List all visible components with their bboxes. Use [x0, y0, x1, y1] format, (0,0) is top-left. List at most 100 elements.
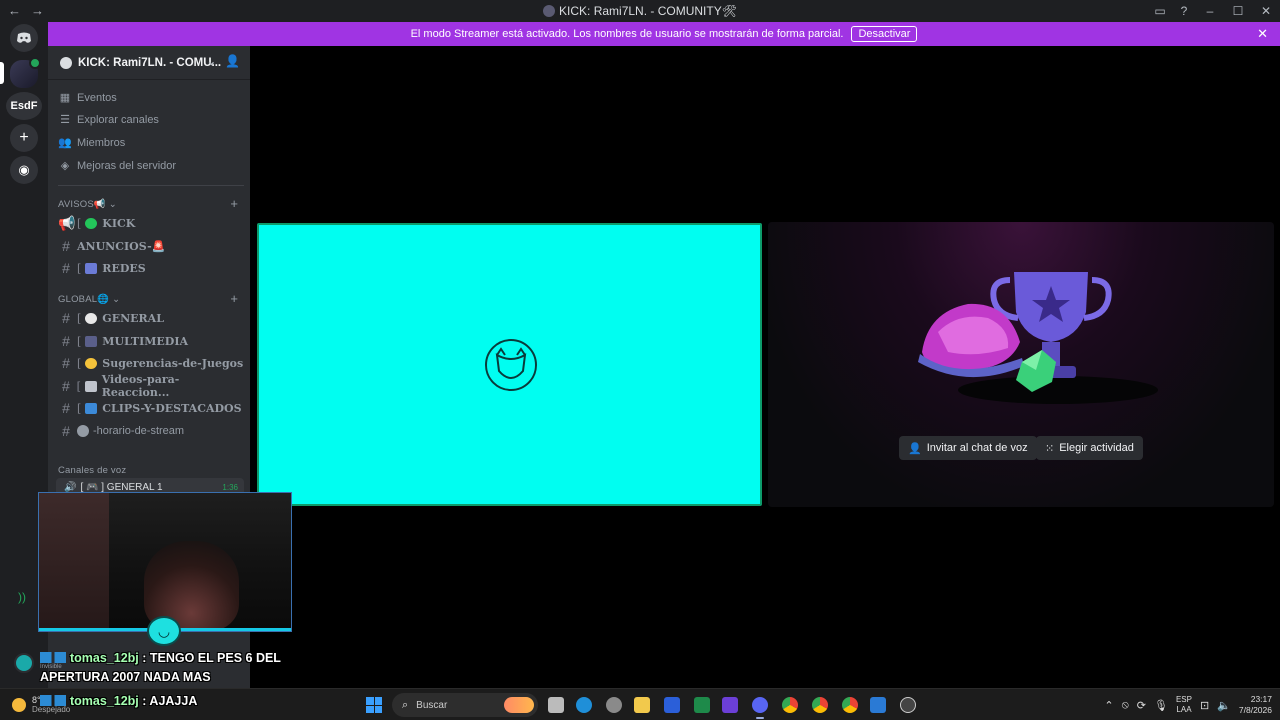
banner-text: El modo Streamer está activado. Los nomb…: [410, 28, 844, 40]
search-icon: ⌕: [402, 698, 409, 711]
category-global[interactable]: GLOBAL🌐 ⌄: [58, 294, 120, 305]
invite-label: Invitar al chat de voz: [926, 442, 1028, 454]
channel-name: GENERAL: [102, 311, 164, 325]
chat-message: tomas_12bj : TENGO EL PES 6 DEL: [40, 651, 281, 665]
chat-username: tomas_12bj: [70, 651, 139, 665]
file-explorer-icon[interactable]: [634, 697, 650, 713]
volume-icon[interactable]: 🔈: [1217, 699, 1231, 712]
category-voice[interactable]: Canales de voz: [58, 465, 126, 476]
channel-redes[interactable]: # [REDES: [58, 258, 244, 278]
hash-icon: #: [62, 260, 70, 276]
channel-sugerencias[interactable]: # [Sugerencias-de-Juegos: [58, 353, 244, 373]
channel-kick[interactable]: 📢[KICK: [58, 213, 244, 233]
close-window-icon[interactable]: ✕: [1252, 4, 1280, 18]
excel-icon[interactable]: [694, 697, 710, 713]
clock[interactable]: 23:17 7/8/2026: [1239, 694, 1272, 716]
server-esdf[interactable]: EsdF: [6, 92, 42, 120]
smiley-face-icon: [485, 339, 537, 391]
start-windows-icon[interactable]: [366, 697, 382, 713]
microphone-icon[interactable]: 🎙: [1154, 699, 1168, 712]
taskbar-search[interactable]: ⌕ Buscar: [392, 693, 538, 717]
inbox-icon[interactable]: ▭: [1148, 4, 1172, 18]
no-wifi-icon[interactable]: ⦸: [1122, 699, 1129, 712]
members-icon: 👥: [58, 137, 72, 149]
menu-eventos[interactable]: ▦ Eventos: [58, 88, 117, 108]
hash-icon: #: [62, 333, 70, 349]
add-person-icon: 👤: [908, 442, 922, 455]
clock-icon: [77, 425, 89, 437]
clipchamp-icon[interactable]: [722, 697, 738, 713]
obs-icon[interactable]: [900, 697, 916, 713]
chat-badges-icon: [40, 695, 66, 706]
channel-name: Sugerencias-de-Juegos: [102, 356, 244, 370]
chevron-down-icon[interactable]: ⌄: [207, 55, 216, 68]
emote-face-icon: ◡: [147, 616, 181, 646]
chevron-up-icon[interactable]: ⌃: [1104, 699, 1113, 712]
hash-icon: #: [62, 355, 70, 371]
menu-mejoras[interactable]: ◈ Mejoras del servidor: [58, 156, 176, 176]
add-channel-icon[interactable]: +: [230, 291, 238, 306]
add-channel-icon[interactable]: +: [230, 196, 238, 211]
channel-general[interactable]: # [GENERAL: [58, 308, 244, 328]
channel-anuncios[interactable]: # ANUNCIOS-🚨: [58, 236, 244, 256]
invite-people-icon[interactable]: 👤: [225, 54, 240, 68]
channel-bracket: [: [77, 334, 82, 348]
webcam-background: [39, 493, 109, 631]
chrome-profile-icon[interactable]: [812, 697, 828, 713]
maximize-icon[interactable]: ☐: [1224, 4, 1252, 18]
divider: [58, 185, 244, 186]
window-title-text: KICK: Rami7LN. - COMUNITY🛠: [559, 4, 737, 18]
word-icon[interactable]: [664, 697, 680, 713]
menu-miembros[interactable]: 👥 Miembros: [58, 133, 125, 153]
chat-message-continued: APERTURA 2007 NADA MAS: [40, 670, 211, 684]
notification-badge: [29, 57, 41, 69]
hash-icon: #: [61, 378, 70, 394]
channel-multimedia[interactable]: # [MULTIMEDIA: [58, 331, 244, 351]
menu-label: Eventos: [77, 92, 117, 104]
activity-tile: 👤 Invitar al chat de voz ⁙ Elegir activida…: [768, 222, 1274, 507]
close-banner-icon[interactable]: ✕: [1257, 26, 1268, 42]
hash-icon: #: [62, 238, 70, 254]
discover-compass-icon[interactable]: ◉: [10, 156, 38, 184]
edge-icon[interactable]: [576, 697, 592, 713]
language-indicator[interactable]: ESP LAA: [1176, 695, 1192, 715]
avatar[interactable]: [14, 653, 34, 673]
server-kick-icon[interactable]: [10, 57, 41, 88]
voice-connected-icon[interactable]: )): [18, 590, 26, 604]
system-tray: ⌃ ⦸ ⟳ 🎙 ESP LAA ⊡ 🔈 23:17 7/8/2026: [1104, 689, 1272, 720]
help-icon[interactable]: ?: [1172, 4, 1196, 18]
webcam-overlay: [38, 492, 292, 632]
choose-activity-button[interactable]: ⁙ Elegir actividad: [1036, 436, 1143, 460]
deactivate-button[interactable]: Desactivar: [851, 26, 918, 42]
discord-taskbar-icon[interactable]: [752, 697, 768, 719]
minimize-icon[interactable]: –: [1196, 4, 1224, 18]
chat-message: tomas_12bj : AJAJJA: [40, 694, 197, 708]
invite-voice-button[interactable]: 👤 Invitar al chat de voz: [899, 436, 1037, 460]
settings-gear-icon[interactable]: [606, 697, 622, 713]
channel-name: Videos-para-Reaccion...: [101, 373, 180, 399]
network-icon[interactable]: ⊡: [1200, 699, 1209, 712]
participant-tile[interactable]: [257, 223, 762, 506]
channel-clips[interactable]: # [CLIPS-Y-DESTACADOS: [58, 398, 244, 418]
clock-time: 23:17: [1250, 694, 1272, 704]
channel-name: KICK: [102, 216, 136, 230]
menu-explorar-canales[interactable]: ☰ Explorar canales: [58, 110, 159, 130]
activity-label: Elegir actividad: [1059, 442, 1134, 454]
kick-emoji-icon: [85, 217, 98, 229]
channel-horario[interactable]: # -horario-de-stream: [58, 421, 244, 441]
discord-home-icon[interactable]: [10, 24, 38, 52]
chrome-profile-2-icon[interactable]: [842, 697, 858, 713]
channel-videos[interactable]: # [Videos-para-Reaccion...: [58, 373, 244, 399]
chrome-icon[interactable]: [782, 697, 798, 713]
task-view-icon[interactable]: [548, 697, 564, 713]
add-server-icon[interactable]: +: [10, 124, 38, 152]
pause-icon: [85, 402, 98, 414]
boost-icon: ◈: [60, 160, 70, 172]
server-header[interactable]: KICK: Rami7LN. - COMU... ⌄ 👤: [48, 46, 250, 80]
channel-bracket: [: [77, 311, 82, 325]
store-icon[interactable]: [870, 697, 886, 713]
category-avisos[interactable]: AVISOS📢 ⌄: [58, 199, 117, 210]
window-controls: ▭ ? – ☐ ✕: [1148, 0, 1280, 22]
speaker-icon: 🔊: [64, 481, 77, 493]
sync-icon[interactable]: ⟳: [1137, 699, 1146, 712]
